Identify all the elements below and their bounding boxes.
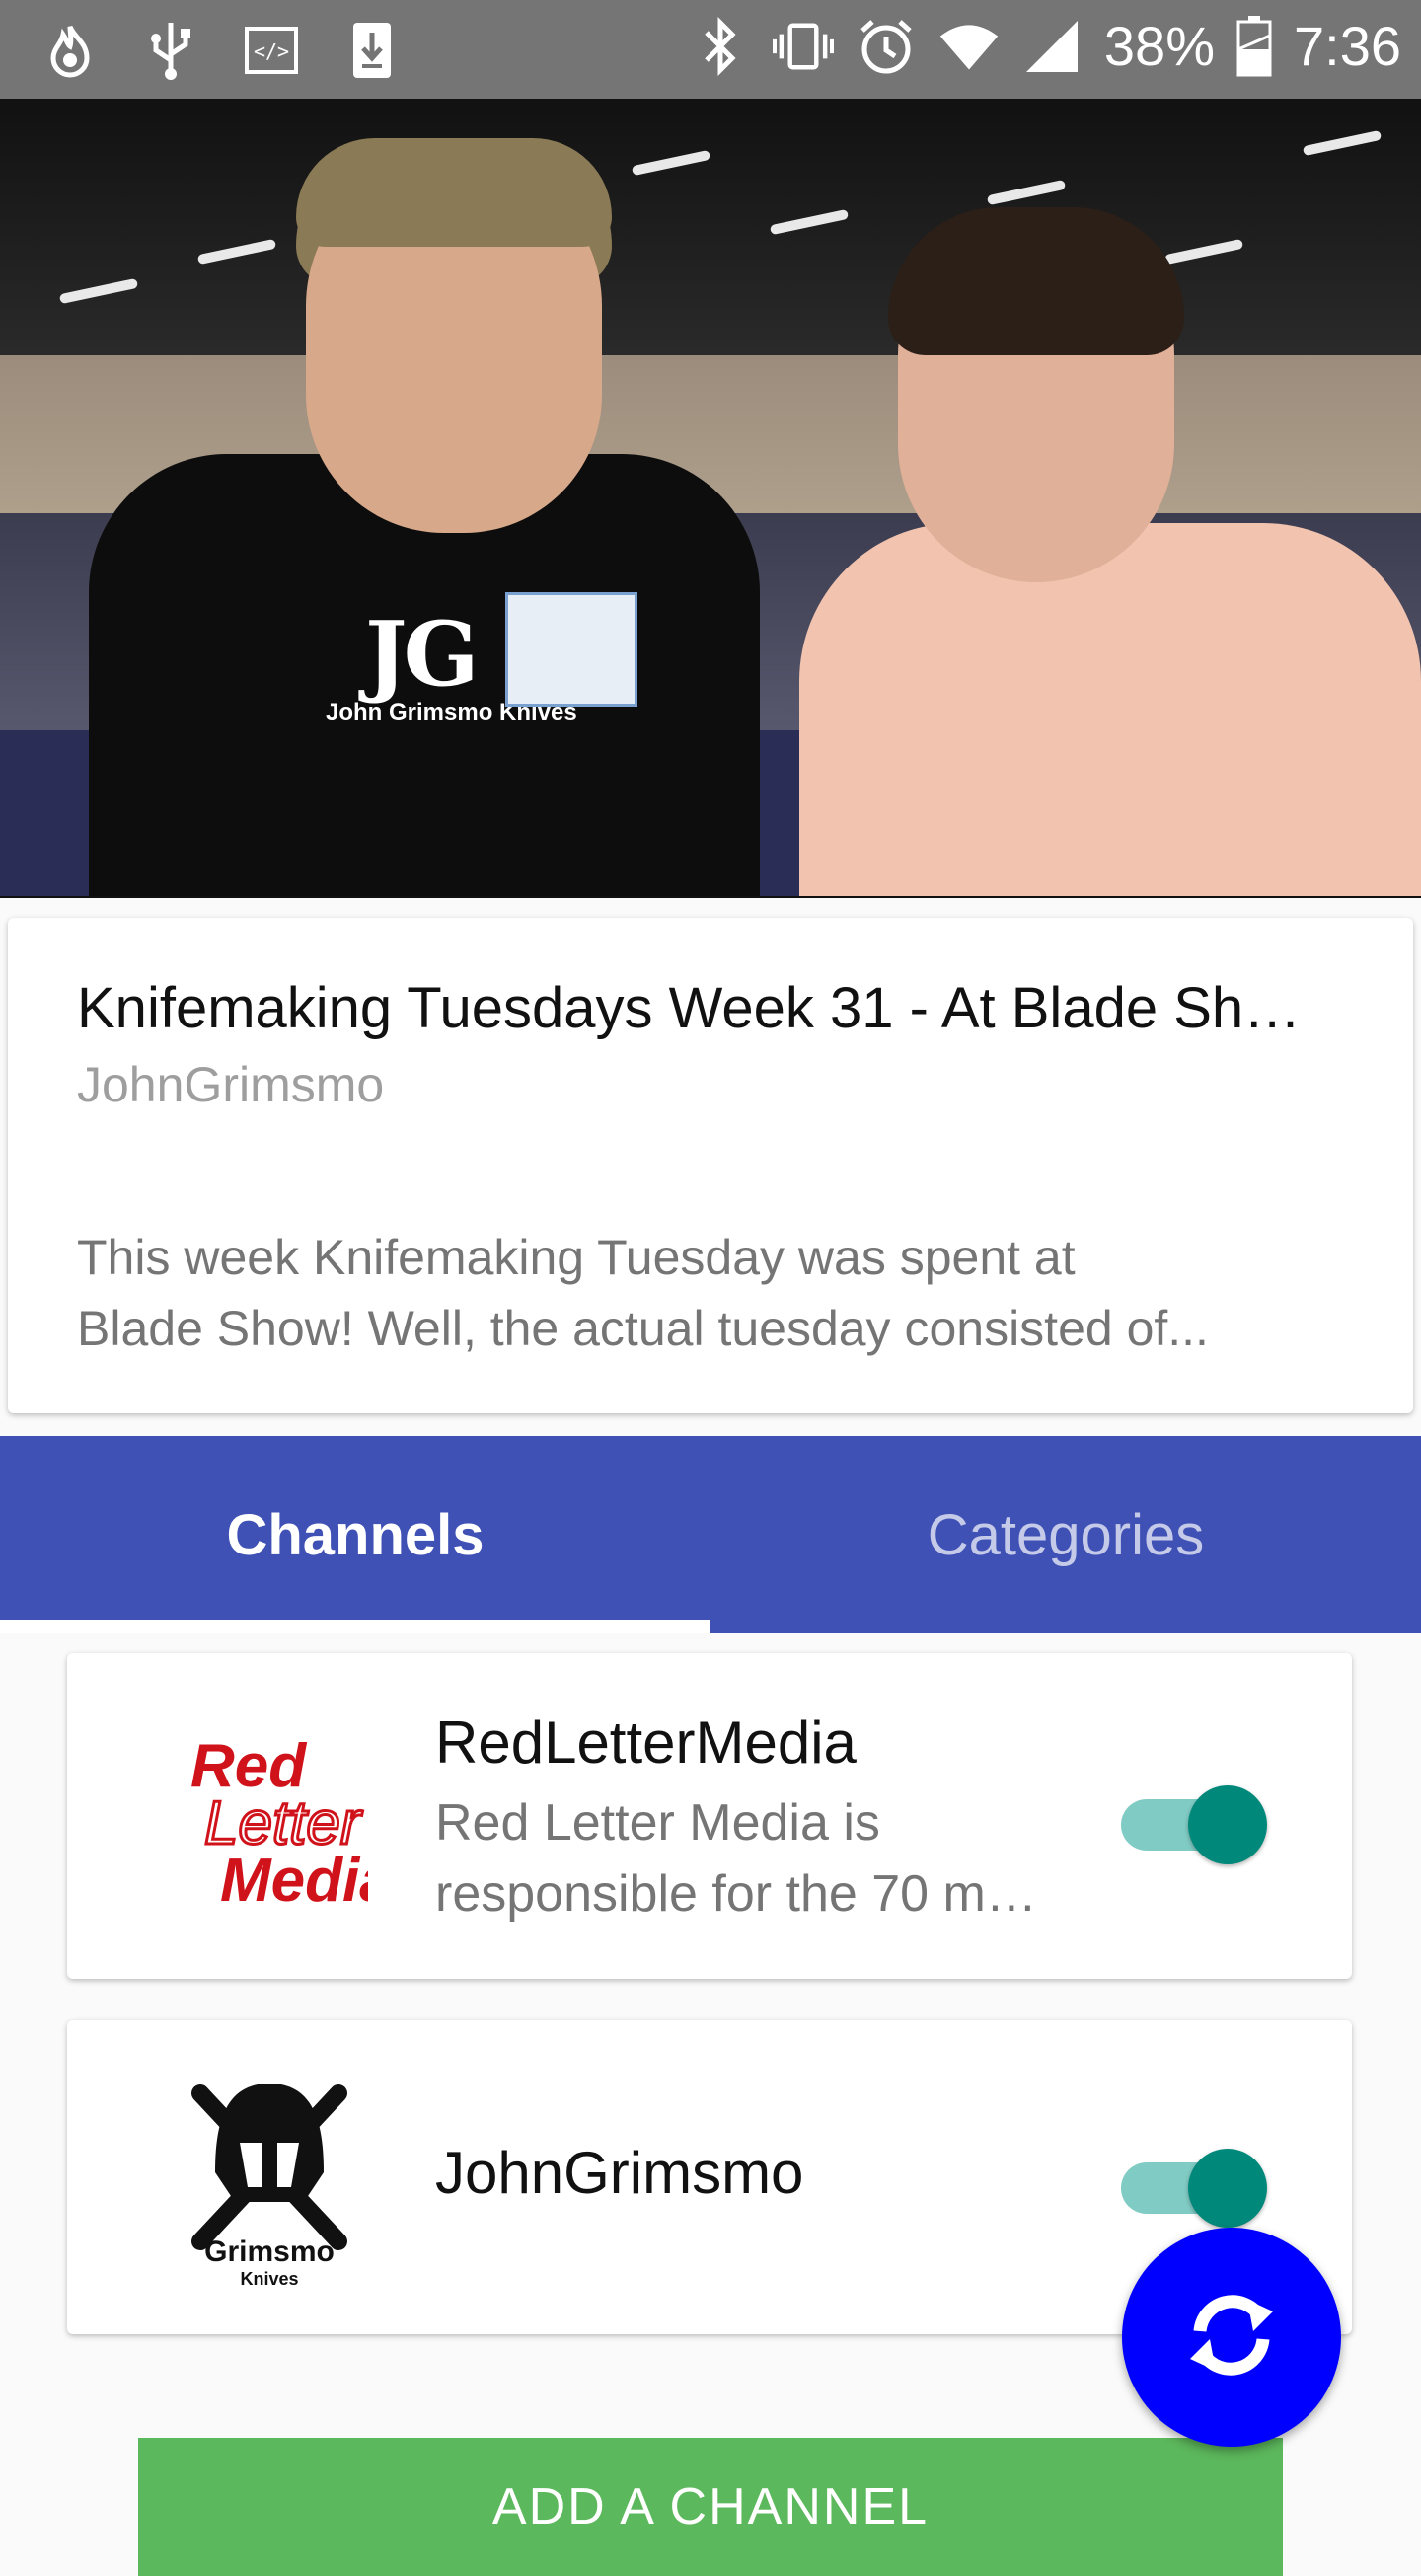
svg-text:</>: </> bbox=[254, 39, 289, 63]
flame-icon bbox=[39, 20, 101, 81]
vibrate-icon bbox=[772, 16, 834, 77]
channel-description-line: Red Letter Media is bbox=[435, 1794, 880, 1852]
battery-icon bbox=[1236, 15, 1272, 77]
toggle-thumb bbox=[1188, 2149, 1267, 2228]
channel-name: RedLetterMedia bbox=[435, 1709, 857, 1776]
clock: 7:36 bbox=[1294, 15, 1401, 77]
channel-logo-johngrimsmo: Grimsmo Knives bbox=[156, 2064, 383, 2291]
tab-channels-label: Channels bbox=[226, 1502, 485, 1567]
video-description: This week Knifemaking Tuesday was spent … bbox=[77, 1222, 1350, 1364]
alarm-icon bbox=[856, 16, 917, 77]
shirt-logo: JG bbox=[365, 602, 479, 707]
video-ceiling bbox=[0, 99, 1421, 355]
toggle-thumb bbox=[1188, 1785, 1267, 1864]
channel-card-redlettermedia[interactable]: Red Letter Media RedLetterMedia Red Lett… bbox=[67, 1653, 1352, 1979]
battery-percent: 38% bbox=[1103, 15, 1215, 77]
subscribe-toggle[interactable] bbox=[1121, 2137, 1269, 2228]
channel-description-line: responsible for the 70 minute... bbox=[435, 1865, 1047, 1923]
tab-categories-label: Categories bbox=[927, 1502, 1205, 1567]
video-info-card[interactable]: Knifemaking Tuesdays Week 31 - At Blade … bbox=[8, 918, 1413, 1413]
channel-name: JohnGrimsmo bbox=[435, 2140, 804, 2206]
video-description-line: This week Knifemaking Tuesday was spent … bbox=[77, 1230, 1076, 1285]
person-right-hair bbox=[888, 207, 1184, 355]
usb-icon bbox=[140, 20, 201, 81]
refresh-icon bbox=[1182, 2286, 1281, 2389]
logo-text-grimsmo: Grimsmo bbox=[204, 2235, 335, 2268]
refresh-button[interactable] bbox=[1122, 2228, 1341, 2447]
channel-description: Red Letter Media is responsible for the … bbox=[435, 1787, 1047, 1930]
person-left-hair-top bbox=[296, 138, 612, 247]
tab-bar: Channels Categories bbox=[0, 1436, 1421, 1633]
tab-indicator bbox=[0, 1620, 710, 1633]
code-icon: </> bbox=[241, 20, 302, 81]
status-bar-notifications: </> bbox=[39, 20, 403, 81]
signal-icon bbox=[1021, 16, 1083, 77]
bluetooth-icon bbox=[690, 16, 751, 77]
logo-text-media: Media bbox=[220, 1847, 368, 1915]
status-bar: </> 38% 7:36 bbox=[0, 0, 1421, 99]
name-badge bbox=[505, 592, 637, 707]
tab-categories[interactable]: Categories bbox=[710, 1436, 1421, 1633]
wifi-icon bbox=[938, 16, 1000, 77]
video-channel[interactable]: JohnGrimsmo bbox=[77, 1056, 384, 1113]
channel-logo-redlettermedia: Red Letter Media bbox=[156, 1703, 383, 1930]
video-player[interactable]: JG John Grimsmo Knives bbox=[0, 99, 1421, 898]
tab-channels[interactable]: Channels bbox=[0, 1436, 710, 1633]
download-icon bbox=[341, 20, 403, 81]
subscribe-toggle[interactable] bbox=[1121, 1774, 1269, 1864]
video-title: Knifemaking Tuesdays Week 31 - At Blade … bbox=[77, 976, 1320, 1040]
status-bar-system: 38% 7:36 bbox=[690, 14, 1401, 78]
add-channel-button[interactable]: ADD A CHANNEL bbox=[138, 2438, 1283, 2576]
logo-text-knives: Knives bbox=[240, 2269, 298, 2289]
video-description-line: Blade Show! Well, the actual tuesday con… bbox=[77, 1301, 1209, 1356]
person-right-body bbox=[799, 523, 1421, 896]
